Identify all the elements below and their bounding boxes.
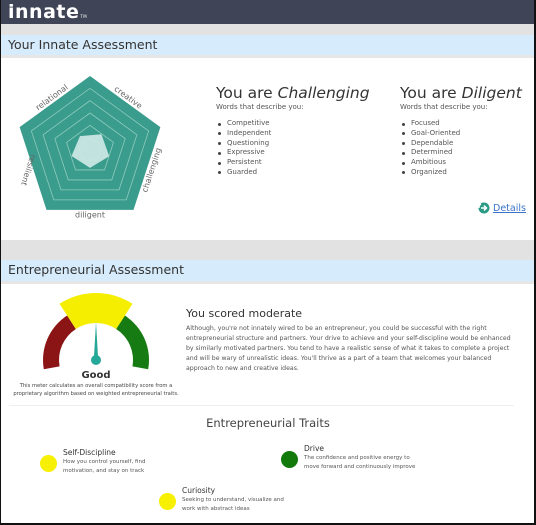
window-frame xyxy=(0,0,536,525)
